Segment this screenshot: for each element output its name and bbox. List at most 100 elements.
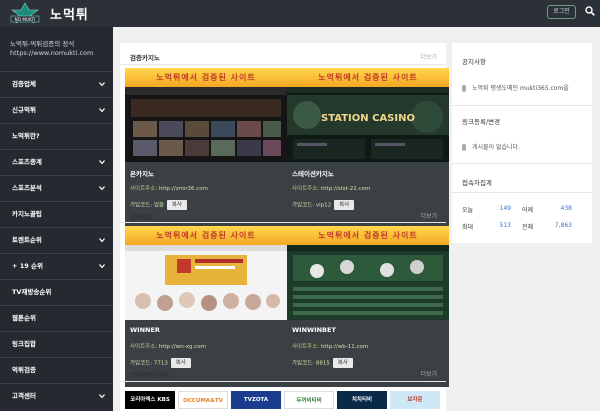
top-header: NO MUKTI 노먹튀 로그인 — [0, 0, 600, 27]
divider — [452, 105, 592, 106]
visitor-title: 접속자집계 — [462, 179, 492, 187]
sidebar-item[interactable]: 웹툰순위 — [0, 305, 113, 329]
join-code: 8815 — [315, 360, 330, 367]
sidebar-item[interactable]: 검증업체 — [0, 71, 113, 95]
microphone-icon — [462, 144, 466, 151]
code-label: 가입코드: — [130, 360, 153, 367]
join-code-row: 가입코드: 업종 복사 — [130, 200, 187, 210]
sidebar-item-label: 카지노꿀팁 — [12, 210, 42, 218]
sidebar-item-label: 스포츠분석 — [12, 184, 42, 192]
copy-button[interactable]: 복사 — [334, 200, 355, 210]
address-label: 사이트주소: — [292, 186, 320, 192]
sidebar-item[interactable]: 카지노꿀팁 — [0, 201, 113, 225]
chevron-down-icon[interactable] — [99, 237, 105, 243]
divider — [452, 192, 592, 193]
verified-banner: 노먹튀에서 검증된 사이트 — [125, 68, 287, 87]
notice-item-text[interactable]: 노먹튀 평생도메인 mukti365.com을 — [472, 85, 569, 92]
main-content: 검증카지노 더보기 노먹튀에서 검증된 사이트 온카지노 사이트주소: http… — [120, 43, 449, 411]
tv-logo[interactable]: OCCUMA&TV — [178, 391, 228, 409]
sidebar-item[interactable]: + 19 순위 — [0, 253, 113, 277]
site-card[interactable]: 노먹튀에서 검증된 사이트 STATION CASINO 스테이션카지노 사이트… — [287, 68, 449, 229]
sidebar-intro: 노먹튀-먹튀검증의 정석 https://www.nomukti.com — [0, 27, 113, 71]
chevron-down-icon[interactable] — [99, 107, 105, 113]
divider — [120, 381, 446, 382]
search-icon[interactable] — [585, 6, 595, 16]
login-button[interactable]: 로그인 — [547, 5, 576, 19]
site-screenshot — [125, 87, 287, 162]
more-link-tv[interactable]: 더보기 — [420, 369, 437, 378]
link-register-title: 링크등록/변경 — [462, 118, 501, 126]
sidebar: 노먹튀-먹튀검증의 정석 https://www.nomukti.com 검증업… — [0, 27, 113, 411]
copy-button[interactable]: 복사 — [170, 358, 191, 368]
code-label: 가입코드: — [130, 202, 153, 209]
site-address-link[interactable]: http://wn-xg.com — [159, 344, 206, 350]
tv-logo[interactable]: TVZOTA — [231, 391, 281, 409]
divider — [120, 64, 446, 65]
site-address-row: 사이트주소: http://wn-xg.com — [130, 342, 206, 350]
verified-banner: 노먹튀에서 검증된 사이트 — [287, 226, 449, 245]
copy-button[interactable]: 복사 — [332, 358, 353, 368]
section-title-casino: 검증카지노 — [130, 54, 160, 62]
link-empty: 게시물이 없습니다. — [462, 142, 520, 151]
divider — [120, 222, 446, 223]
address-label: 사이트주소: — [130, 186, 158, 192]
chevron-down-icon[interactable] — [99, 393, 105, 399]
more-link-toto[interactable]: 더보기 — [420, 211, 437, 220]
address-label: 사이트주소: — [130, 344, 158, 350]
site-card[interactable]: 노먹튀에서 검증된 사이트 온카지노 사이트주소: http://zmn36.c… — [125, 68, 287, 229]
site-address-link[interactable]: http://zmn36.com — [159, 186, 208, 192]
notice-item[interactable]: 노먹튀 평생도메인 mukti365.com을 — [462, 83, 569, 92]
code-label: 가입코드: — [292, 202, 315, 209]
sidebar-url[interactable]: https://www.nomukti.com — [10, 49, 113, 58]
sidebar-item-label: 검증업체 — [12, 80, 36, 88]
chevron-down-icon[interactable] — [99, 159, 105, 165]
sidebar-item[interactable]: 스포츠중계 — [0, 149, 113, 173]
site-screenshot — [125, 245, 287, 320]
divider — [452, 163, 592, 164]
join-code: 업종 — [153, 202, 164, 209]
sidebar-item[interactable]: 토렌트순위 — [0, 227, 113, 251]
site-card[interactable]: 노먹튀에서 검증된 사이트 WINNER 사이트주소: http://wn-xg… — [125, 226, 287, 387]
site-name[interactable]: 노먹튀 — [50, 4, 89, 23]
sidebar-item[interactable]: 스포츠분석 — [0, 175, 113, 199]
site-card[interactable]: 노먹튀에서 검증된 사이트 WINWINBET 사이트주소: http://wb… — [287, 226, 449, 387]
tv-logo[interactable]: 코리아엑스 KBS — [125, 391, 175, 409]
tv-logo[interactable]: 보자운 — [390, 391, 440, 409]
sidebar-item[interactable]: TV재방송순위 — [0, 279, 113, 303]
more-link-casino[interactable]: 더보기 — [420, 52, 437, 61]
sidebar-item-label: 신규먹튀 — [12, 106, 36, 114]
site-address-link[interactable]: http://wb-11.com — [321, 344, 368, 350]
join-code: vip12 — [315, 202, 332, 209]
sidebar-item[interactable]: 노먹튀란? — [0, 123, 113, 147]
site-logo[interactable]: NO MUKTI — [8, 2, 42, 25]
site-screenshot: STATION CASINO — [287, 87, 449, 162]
chevron-down-icon[interactable] — [99, 263, 105, 269]
site-address-row: 사이트주소: http://stst-22.com — [292, 184, 370, 192]
logo-text: NO MUKTI — [15, 17, 36, 22]
join-code-row: 가입코드: 7713 복사 — [130, 358, 191, 368]
link-empty-text: 게시물이 없습니다. — [472, 144, 520, 151]
verified-banner: 노먹튀에서 검증된 사이트 — [287, 68, 449, 87]
sidebar-item-label: TV재방송순위 — [12, 288, 52, 296]
sidebar-item-label: 링크집합 — [12, 340, 36, 348]
sidebar-item[interactable]: 고객센터 — [0, 383, 113, 407]
address-label: 사이트주소: — [292, 344, 320, 350]
microphone-icon — [462, 85, 466, 92]
join-code-row: 가입코드: 8815 복사 — [292, 358, 353, 368]
sidebar-item[interactable]: 신규먹튀 — [0, 97, 113, 121]
chevron-down-icon[interactable] — [99, 185, 105, 191]
stat-total-label: 전체 — [522, 224, 534, 231]
stat-max-value: 513 — [499, 222, 511, 229]
chevron-down-icon[interactable] — [99, 81, 105, 87]
stat-max-label: 최대 — [462, 224, 474, 231]
site-name-label: 스테이션카지노 — [292, 170, 334, 178]
site-address-link[interactable]: http://stst-22.com — [321, 186, 370, 192]
copy-button[interactable]: 복사 — [166, 200, 187, 210]
site-screenshot — [287, 245, 449, 320]
sidebar-item-label: 스포츠중계 — [12, 158, 42, 166]
section-title-toto: 검증토토 — [130, 213, 154, 221]
sidebar-item[interactable]: 링크집합 — [0, 331, 113, 355]
tv-logo[interactable]: 치치티비 — [337, 391, 387, 409]
sidebar-item[interactable]: 먹튀검증 — [0, 357, 113, 381]
tv-logo[interactable]: 두꺼비티비 — [284, 391, 334, 409]
